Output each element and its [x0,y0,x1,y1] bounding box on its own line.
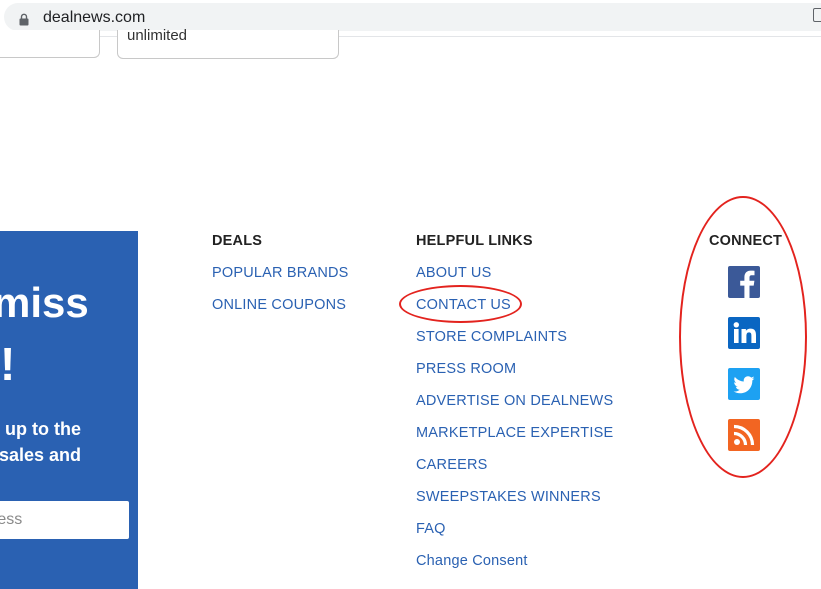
link-change-consent[interactable]: Change Consent [416,552,613,584]
promo-subtext-2: sales and [0,445,82,465]
newsletter-promo: miss ! r up to the sales and [0,231,138,589]
helpful-links-column: HELPFUL LINKS ABOUT US CONTACT US STORE … [416,232,613,584]
deals-heading: DEALS [212,233,263,249]
url-text: dealnews.com [43,9,146,26]
link-advertise[interactable]: ADVERTISE ON DEALNEWS [416,392,613,424]
connect-heading: CONNECT [709,233,783,249]
deals-column: DEALS POPULAR BRANDS ONLINE COUPONS [212,232,349,328]
tab-search-icon[interactable] [813,8,821,22]
link-about-us[interactable]: ABOUT US [416,264,613,296]
twitter-icon[interactable] [728,368,760,400]
link-faq[interactable]: FAQ [416,520,613,552]
rss-icon[interactable] [728,419,760,451]
link-store-complaints[interactable]: STORE COMPLAINTS [416,328,613,360]
link-press-room[interactable]: PRESS ROOM [416,360,613,392]
link-popular-brands[interactable]: POPULAR BRANDS [212,264,349,296]
plan-card-right: unlimited [117,27,339,59]
link-contact-us[interactable]: CONTACT US [416,296,613,328]
facebook-icon[interactable] [728,266,760,298]
link-careers[interactable]: CAREERS [416,456,613,488]
email-field[interactable] [0,501,129,539]
link-online-coupons[interactable]: ONLINE COUPONS [212,296,349,328]
promo-subtext-1: r up to the [0,419,81,439]
lock-icon[interactable] [19,13,29,31]
helpful-links-heading: HELPFUL LINKS [416,233,533,249]
promo-headline-text: miss [0,279,89,326]
plan-card-left [0,30,100,58]
plan-card-text: unlimited [127,27,188,44]
promo-headline: miss [0,276,89,330]
link-sweepstakes-winners[interactable]: SWEEPSTAKES WINNERS [416,488,613,520]
link-marketplace-expertise[interactable]: MARKETPLACE EXPERTISE [416,424,613,456]
promo-headline-2: ! [0,338,16,390]
linkedin-icon[interactable] [728,317,760,349]
